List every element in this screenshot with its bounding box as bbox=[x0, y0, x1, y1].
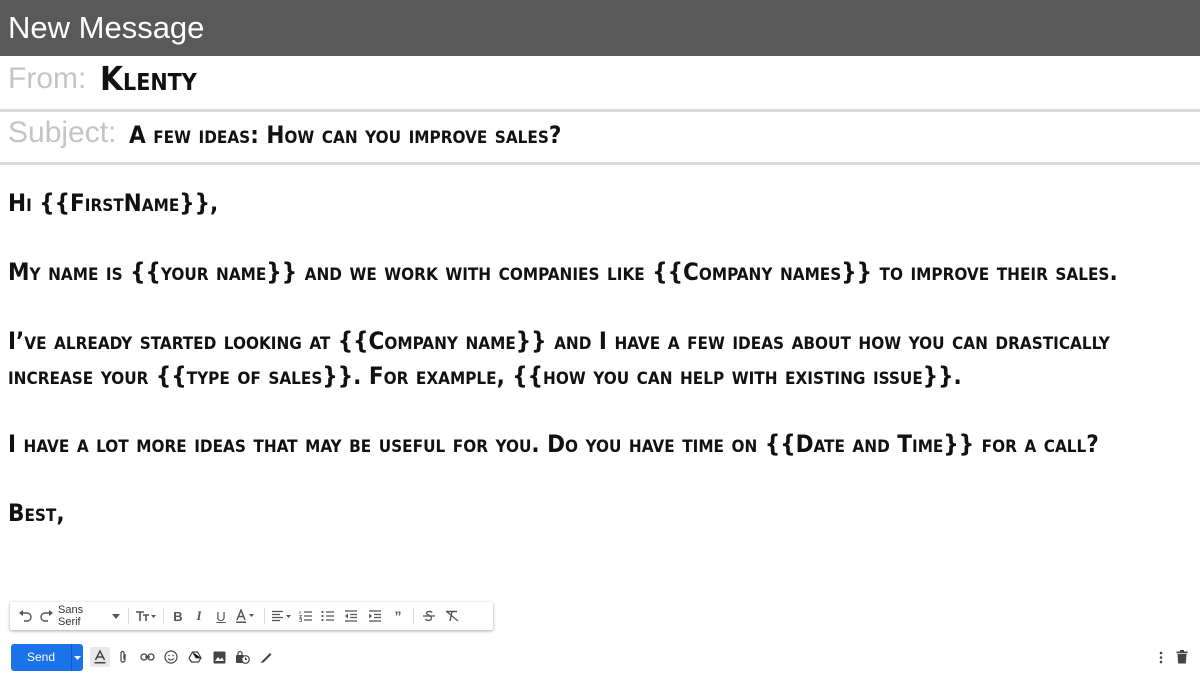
remove-formatting-icon[interactable] bbox=[440, 602, 464, 630]
signature-icon[interactable] bbox=[257, 648, 275, 666]
formatting-options-icon[interactable] bbox=[90, 647, 110, 667]
schedule-send-chevron-icon[interactable] bbox=[72, 644, 83, 671]
body-line: Hi {{FirstName}}, bbox=[8, 189, 219, 217]
subject-divider bbox=[0, 162, 1200, 165]
photo-icon[interactable] bbox=[210, 648, 228, 666]
strikethrough-icon[interactable] bbox=[418, 602, 440, 630]
subject-input[interactable]: A few ideas: How can you improve sales? bbox=[129, 120, 561, 150]
underline-icon[interactable]: U bbox=[210, 602, 232, 630]
body-line: Best, bbox=[8, 499, 65, 527]
toolbar-separator bbox=[163, 608, 164, 624]
from-label: From: bbox=[8, 62, 87, 95]
send-label: Send bbox=[26, 650, 56, 664]
confidential-icon[interactable] bbox=[233, 648, 251, 666]
compose-bottom-bar: Send bbox=[0, 640, 1200, 675]
bold-icon[interactable]: B bbox=[168, 602, 188, 630]
indent-less-icon[interactable] bbox=[339, 602, 363, 630]
body-line: My name is {{your name}} and we work wit… bbox=[8, 258, 1118, 286]
link-icon[interactable] bbox=[138, 648, 156, 666]
trash-icon[interactable] bbox=[1173, 648, 1191, 666]
indent-more-icon[interactable] bbox=[363, 602, 387, 630]
toolbar-separator bbox=[413, 608, 414, 624]
italic-icon[interactable]: I bbox=[188, 602, 210, 630]
body-line: increase your {{type of sales}}. For exa… bbox=[8, 362, 962, 390]
toolbar-separator bbox=[264, 608, 265, 624]
align-icon[interactable] bbox=[269, 602, 295, 630]
text-color-icon[interactable] bbox=[232, 602, 260, 630]
from-row: From: Klenty bbox=[0, 56, 1200, 110]
compose-title: New Message bbox=[8, 10, 205, 45]
text-size-icon[interactable] bbox=[133, 602, 159, 630]
bulleted-list-icon[interactable] bbox=[317, 602, 339, 630]
more-options-icon[interactable] bbox=[1152, 648, 1170, 666]
quote-icon[interactable]: ” bbox=[387, 602, 409, 630]
font-name[interactable]: Sans Serif bbox=[58, 602, 108, 630]
send-button[interactable]: Send bbox=[11, 644, 83, 671]
body-line: I have a lot more ideas that may be usef… bbox=[8, 430, 1099, 458]
subject-row: Subject: A few ideas: How can you improv… bbox=[0, 112, 1200, 164]
font-dropdown-chevron-icon[interactable] bbox=[108, 602, 124, 630]
toolbar-separator bbox=[128, 608, 129, 624]
redo-icon[interactable] bbox=[36, 602, 58, 630]
drive-icon[interactable] bbox=[186, 648, 204, 666]
from-value[interactable]: Klenty bbox=[100, 61, 197, 97]
numbered-list-icon[interactable] bbox=[295, 602, 317, 630]
subject-label: Subject: bbox=[8, 116, 117, 149]
body-line: I’ve already started looking at {{Compan… bbox=[8, 327, 1110, 355]
compose-title-bar: New Message bbox=[0, 0, 1200, 56]
attach-icon[interactable] bbox=[114, 648, 132, 666]
formatting-toolbar: Sans Serif B I U ” bbox=[10, 602, 493, 630]
emoji-icon[interactable] bbox=[162, 648, 180, 666]
undo-icon[interactable] bbox=[14, 602, 36, 630]
